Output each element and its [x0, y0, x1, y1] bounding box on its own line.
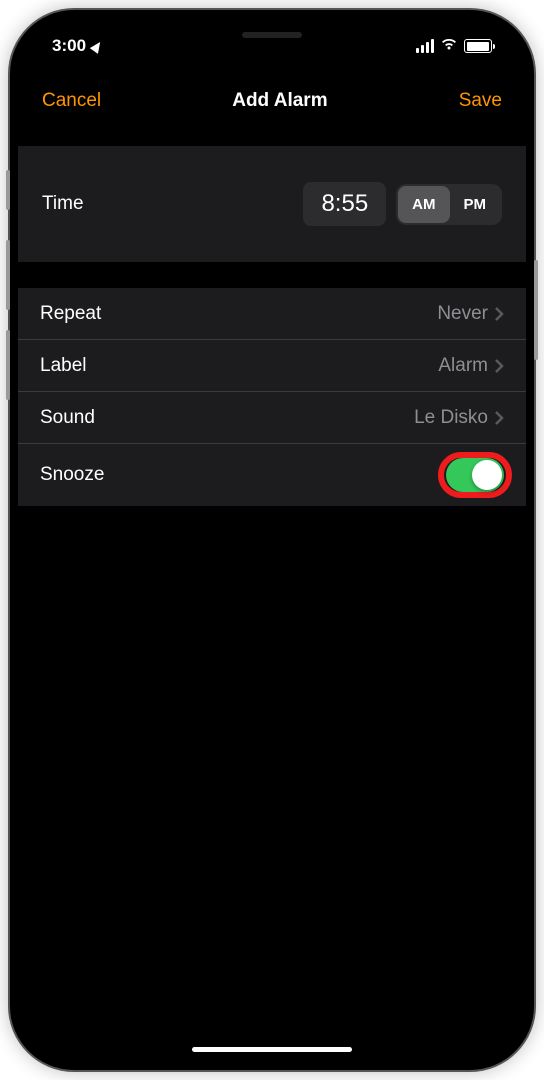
- sound-row[interactable]: Sound Le Disko: [18, 392, 526, 444]
- chevron-right-icon: [494, 410, 504, 426]
- status-time: 3:00: [52, 36, 86, 56]
- screen: 3:00 Cancel Add Alarm Save: [18, 18, 526, 1062]
- volume-down-button: [6, 330, 10, 400]
- phone-frame: 3:00 Cancel Add Alarm Save: [10, 10, 534, 1070]
- am-button[interactable]: AM: [398, 186, 449, 223]
- label-label: Label: [40, 355, 87, 377]
- snooze-label: Snooze: [40, 464, 104, 486]
- sound-value: Le Disko: [414, 407, 488, 429]
- home-indicator[interactable]: [192, 1047, 352, 1052]
- time-label: Time: [42, 193, 84, 215]
- label-row[interactable]: Label Alarm: [18, 340, 526, 392]
- location-icon: [90, 39, 105, 54]
- repeat-row[interactable]: Repeat Never: [18, 288, 526, 340]
- status-left: 3:00: [52, 36, 102, 56]
- volume-up-button: [6, 240, 10, 310]
- repeat-value: Never: [437, 303, 488, 325]
- save-button[interactable]: Save: [459, 90, 502, 112]
- snooze-row: Snooze: [18, 444, 526, 506]
- mute-switch: [6, 170, 10, 210]
- pm-button[interactable]: PM: [450, 186, 501, 223]
- page-title: Add Alarm: [232, 90, 327, 112]
- status-right: [416, 36, 493, 56]
- chevron-right-icon: [494, 306, 504, 322]
- snooze-toggle[interactable]: [446, 458, 504, 492]
- battery-icon: [464, 39, 492, 53]
- cellular-signal-icon: [416, 39, 435, 53]
- time-section: Time 8:55 AM PM: [18, 146, 526, 262]
- cancel-button[interactable]: Cancel: [42, 90, 101, 112]
- settings-list: Repeat Never Label Alarm: [18, 288, 526, 506]
- label-value: Alarm: [438, 355, 488, 377]
- notch: [157, 18, 387, 52]
- wifi-icon: [440, 36, 458, 56]
- chevron-right-icon: [494, 358, 504, 374]
- time-controls: 8:55 AM PM: [303, 182, 502, 226]
- time-value-input[interactable]: 8:55: [303, 182, 386, 226]
- toggle-knob: [472, 460, 502, 490]
- nav-bar: Cancel Add Alarm Save: [18, 66, 526, 136]
- repeat-label: Repeat: [40, 303, 101, 325]
- content: Time 8:55 AM PM Repeat Never: [18, 146, 526, 506]
- power-button: [534, 260, 538, 360]
- sound-label: Sound: [40, 407, 95, 429]
- ampm-segmented-control[interactable]: AM PM: [396, 184, 502, 225]
- speaker-grille: [242, 32, 302, 38]
